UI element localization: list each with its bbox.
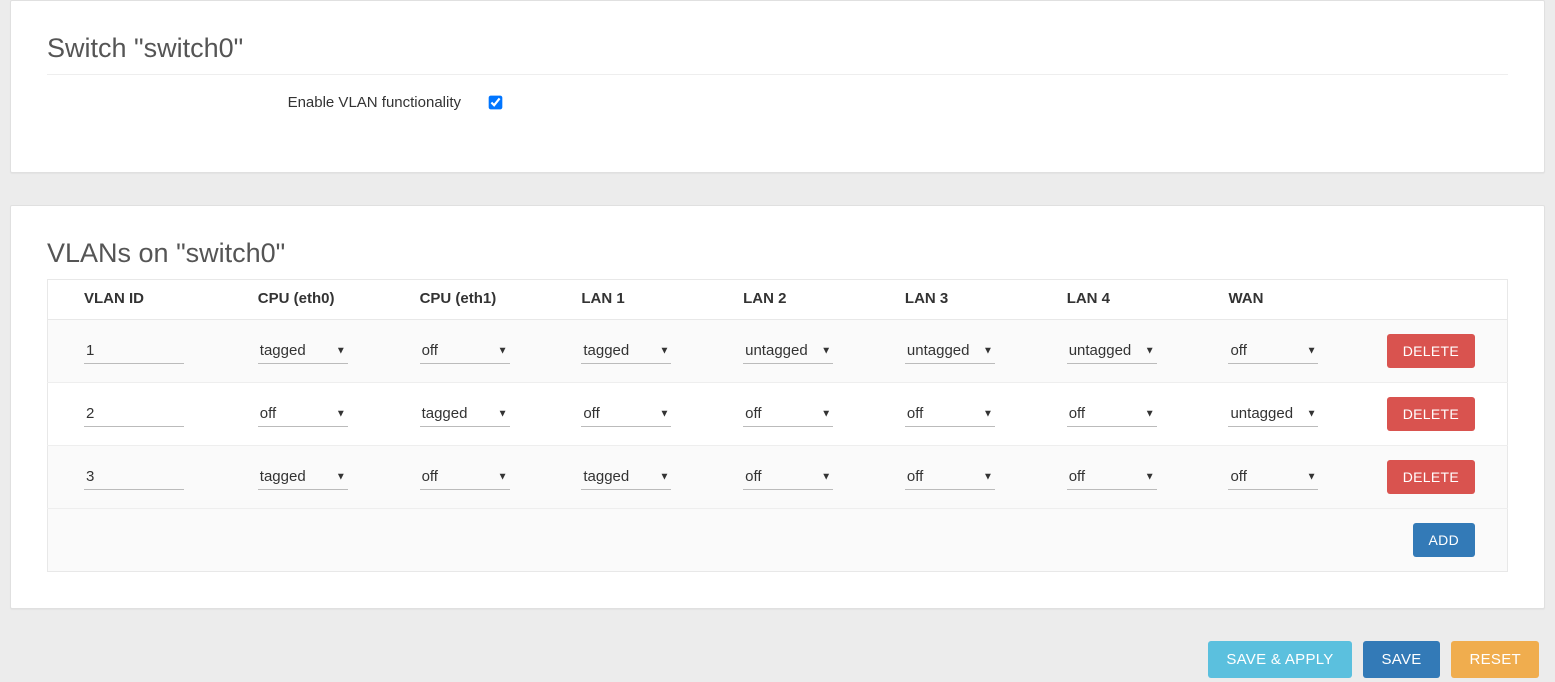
port-select-r1-c2-value: off bbox=[583, 405, 599, 422]
chevron-down-icon: ▼ bbox=[983, 471, 993, 482]
port-select-r2-c5[interactable]: off ▼ bbox=[1067, 464, 1157, 490]
port-select-r0-c4-value: untagged bbox=[907, 342, 970, 359]
table-row: off ▼ tagged ▼ off ▼ off ▼ off ▼ off ▼ untagged ▼ DELE… bbox=[48, 383, 1508, 446]
port-select-r0-c5[interactable]: untagged ▼ bbox=[1067, 338, 1157, 364]
vlan-id-input[interactable] bbox=[84, 464, 184, 490]
divider bbox=[47, 74, 1508, 75]
port-select-r0-c0-value: tagged bbox=[260, 342, 306, 359]
col-vlan-id: VLAN ID bbox=[48, 280, 222, 320]
chevron-down-icon: ▼ bbox=[1145, 471, 1155, 482]
port-select-r0-c5-value: untagged bbox=[1069, 342, 1132, 359]
port-select-r2-c6[interactable]: off ▼ bbox=[1228, 464, 1318, 490]
port-select-r1-c4[interactable]: off ▼ bbox=[905, 401, 995, 427]
port-select-r0-c6-value: off bbox=[1230, 342, 1246, 359]
delete-button[interactable]: DELETE bbox=[1387, 460, 1475, 494]
vlans-panel: VLANs on "switch0" VLAN ID CPU (eth0) CP… bbox=[10, 205, 1545, 609]
port-select-r0-c3[interactable]: untagged ▼ bbox=[743, 338, 833, 364]
port-select-r2-c3-value: off bbox=[745, 468, 761, 485]
chevron-down-icon: ▼ bbox=[821, 471, 831, 482]
chevron-down-icon: ▼ bbox=[336, 345, 346, 356]
port-select-r2-c2[interactable]: tagged ▼ bbox=[581, 464, 671, 490]
action-bar: SAVE & APPLY SAVE RESET bbox=[0, 641, 1555, 682]
col-lan3: LAN 3 bbox=[869, 280, 1031, 320]
table-row: tagged▼off▼tagged▼untagged▼untagged▼unta… bbox=[48, 320, 1508, 383]
port-select-r2-c1[interactable]: off ▼ bbox=[420, 464, 510, 490]
port-select-r0-c3-value: untagged bbox=[745, 342, 808, 359]
chevron-down-icon: ▼ bbox=[1145, 408, 1155, 419]
col-wan: WAN bbox=[1192, 280, 1354, 320]
vlan-id-input[interactable] bbox=[84, 401, 184, 427]
add-row: ADD bbox=[48, 509, 1508, 572]
port-select-r1-c3[interactable]: off ▼ bbox=[743, 401, 833, 427]
port-select-r2-c1-value: off bbox=[422, 468, 438, 485]
chevron-down-icon: ▼ bbox=[983, 345, 993, 356]
reset-button[interactable]: RESET bbox=[1451, 641, 1539, 678]
port-select-r2-c6-value: off bbox=[1230, 468, 1246, 485]
vlans-panel-title: VLANs on "switch0" bbox=[47, 238, 1508, 269]
port-select-r1-c5-value: off bbox=[1069, 405, 1085, 422]
col-lan4: LAN 4 bbox=[1031, 280, 1193, 320]
enable-vlan-label: Enable VLAN functionality bbox=[47, 94, 485, 111]
delete-button[interactable]: DELETE bbox=[1387, 397, 1475, 431]
port-select-r0-c0[interactable]: tagged ▼ bbox=[258, 338, 348, 364]
chevron-down-icon: ▼ bbox=[983, 408, 993, 419]
port-select-r1-c6[interactable]: untagged ▼ bbox=[1228, 401, 1318, 427]
port-select-r1-c2[interactable]: off ▼ bbox=[581, 401, 671, 427]
chevron-down-icon: ▼ bbox=[498, 345, 508, 356]
chevron-down-icon: ▼ bbox=[821, 408, 831, 419]
save-apply-button[interactable]: SAVE & APPLY bbox=[1208, 641, 1351, 678]
chevron-down-icon: ▼ bbox=[1307, 408, 1317, 419]
table-header-row: VLAN ID CPU (eth0) CPU (eth1) LAN 1 LAN … bbox=[48, 280, 1508, 320]
port-select-r1-c1[interactable]: tagged ▼ bbox=[420, 401, 510, 427]
vlan-table-body: tagged▼off▼tagged▼untagged▼untagged▼unta… bbox=[48, 320, 1508, 509]
port-select-r1-c5[interactable]: off ▼ bbox=[1067, 401, 1157, 427]
port-select-r1-c1-value: tagged bbox=[422, 405, 468, 422]
port-select-r1-c6-value: untagged bbox=[1230, 405, 1293, 422]
col-cpu-eth1: CPU (eth1) bbox=[384, 280, 546, 320]
port-select-r0-c1-value: off bbox=[422, 342, 438, 359]
col-lan2: LAN 2 bbox=[707, 280, 869, 320]
col-cpu-eth0: CPU (eth0) bbox=[222, 280, 384, 320]
port-select-r1-c4-value: off bbox=[907, 405, 923, 422]
port-select-r0-c4[interactable]: untagged ▼ bbox=[905, 338, 995, 364]
port-select-r0-c2-value: tagged bbox=[583, 342, 629, 359]
port-select-r2-c2-value: tagged bbox=[583, 468, 629, 485]
vlan-id-input[interactable] bbox=[84, 338, 184, 364]
port-select-r1-c3-value: off bbox=[745, 405, 761, 422]
port-select-r2-c4[interactable]: off ▼ bbox=[905, 464, 995, 490]
port-select-r1-c0-value: off bbox=[260, 405, 276, 422]
chevron-down-icon: ▼ bbox=[498, 471, 508, 482]
vlan-table: VLAN ID CPU (eth0) CPU (eth1) LAN 1 LAN … bbox=[47, 279, 1508, 572]
port-select-r2-c5-value: off bbox=[1069, 468, 1085, 485]
chevron-down-icon: ▼ bbox=[336, 471, 346, 482]
port-select-r1-c0[interactable]: off ▼ bbox=[258, 401, 348, 427]
port-select-r2-c4-value: off bbox=[907, 468, 923, 485]
add-button[interactable]: ADD bbox=[1413, 523, 1475, 557]
port-select-r2-c0[interactable]: tagged ▼ bbox=[258, 464, 348, 490]
chevron-down-icon: ▼ bbox=[659, 345, 669, 356]
port-select-r2-c0-value: tagged bbox=[260, 468, 306, 485]
port-select-r0-c1[interactable]: off ▼ bbox=[420, 338, 510, 364]
col-actions bbox=[1354, 280, 1507, 320]
delete-button[interactable]: DELETE bbox=[1387, 334, 1475, 368]
chevron-down-icon: ▼ bbox=[821, 345, 831, 356]
chevron-down-icon: ▼ bbox=[336, 408, 346, 419]
chevron-down-icon: ▼ bbox=[659, 471, 669, 482]
chevron-down-icon: ▼ bbox=[1145, 345, 1155, 356]
port-select-r0-c6[interactable]: off ▼ bbox=[1228, 338, 1318, 364]
col-lan1: LAN 1 bbox=[545, 280, 707, 320]
chevron-down-icon: ▼ bbox=[498, 408, 508, 419]
switch-panel-title: Switch "switch0" bbox=[47, 33, 1508, 64]
port-select-r2-c3[interactable]: off ▼ bbox=[743, 464, 833, 490]
port-select-r0-c2[interactable]: tagged ▼ bbox=[581, 338, 671, 364]
chevron-down-icon: ▼ bbox=[1307, 471, 1317, 482]
chevron-down-icon: ▼ bbox=[659, 408, 669, 419]
enable-vlan-checkbox[interactable] bbox=[489, 96, 503, 110]
save-button[interactable]: SAVE bbox=[1363, 641, 1439, 678]
table-row: tagged ▼ off ▼ tagged ▼ off ▼ off ▼ off ▼ off ▼ DELETE bbox=[48, 446, 1508, 509]
switch-panel: Switch "switch0" Enable VLAN functionali… bbox=[10, 0, 1545, 173]
chevron-down-icon: ▼ bbox=[1307, 345, 1317, 356]
enable-vlan-row: Enable VLAN functionality bbox=[47, 91, 1508, 136]
